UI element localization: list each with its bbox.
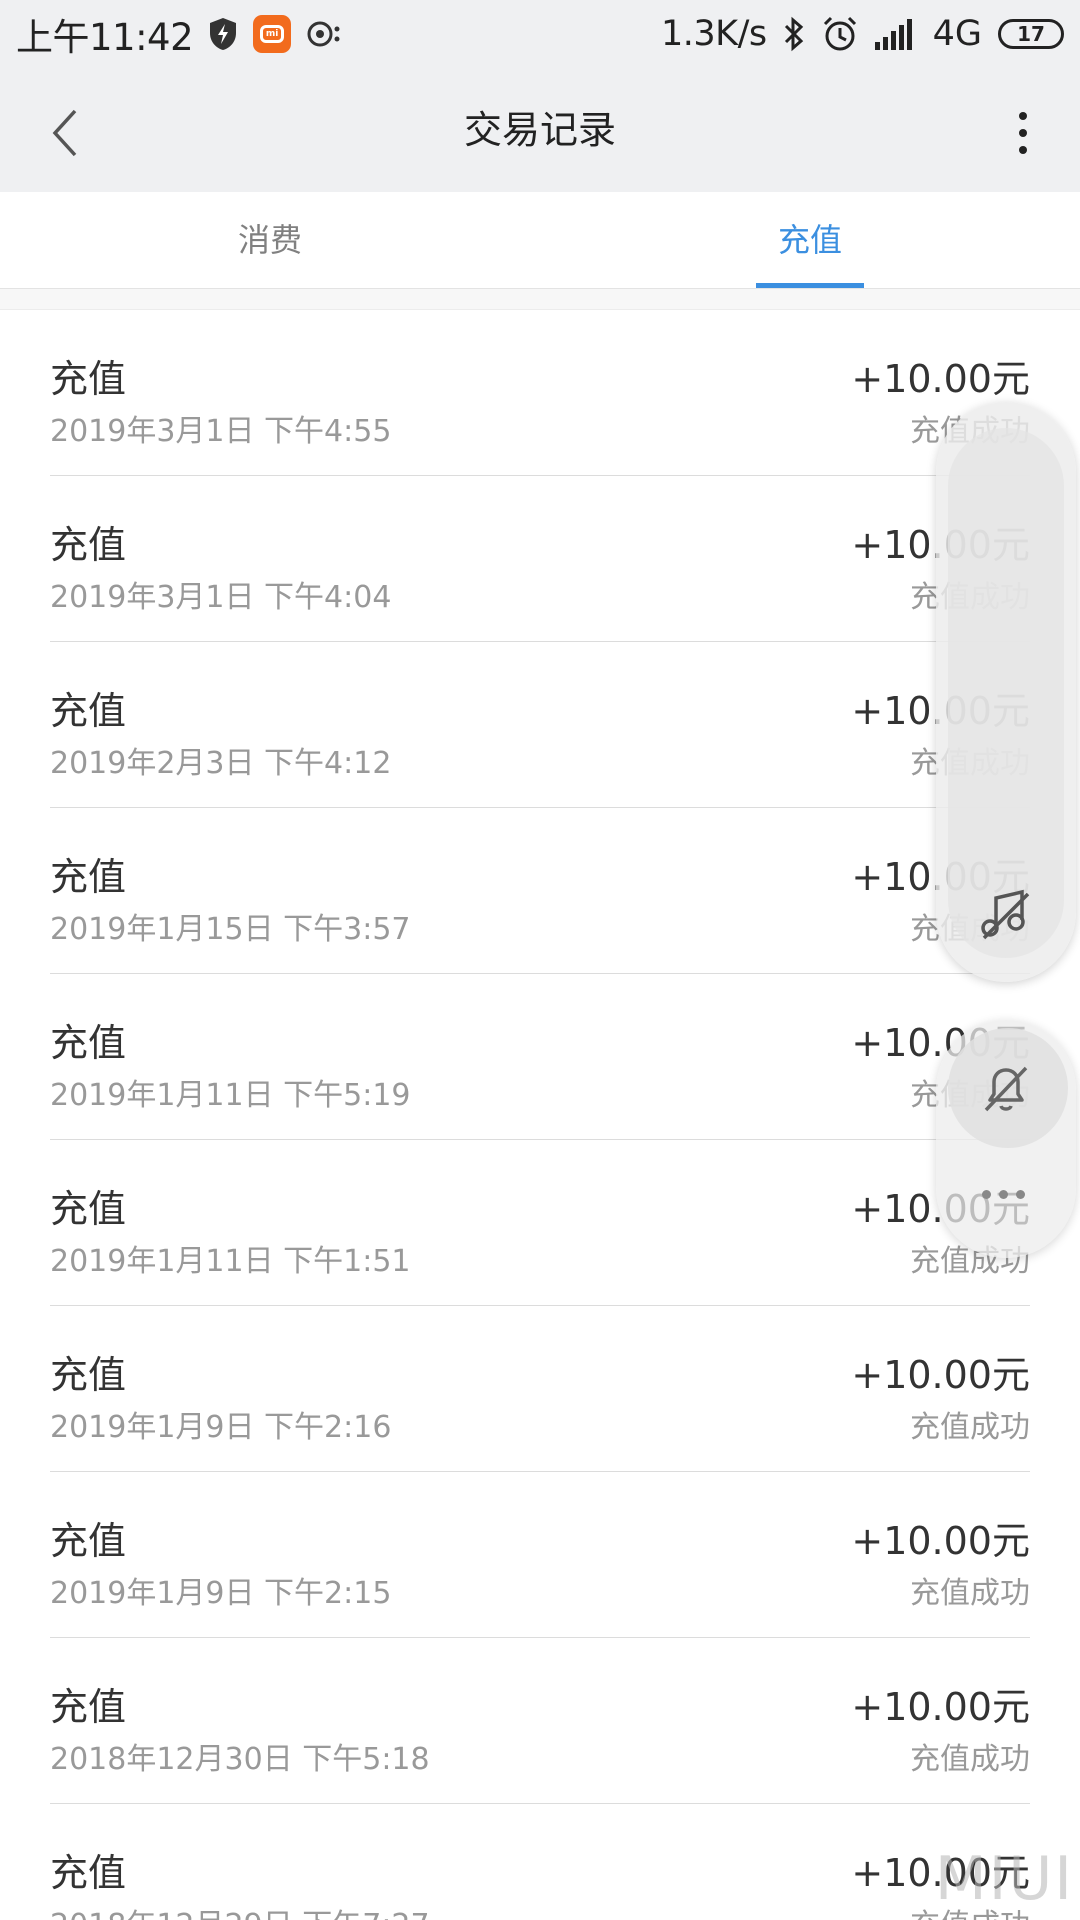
transaction-list: 充值 2019年3月1日 下午4:55 +10.00元 充值成功 充值 2019… — [0, 310, 1080, 1920]
transaction-date: 2019年1月15日 下午3:57 — [50, 912, 411, 947]
transaction-date: 2019年3月1日 下午4:04 — [50, 580, 392, 615]
more-vertical-icon-dot — [1019, 146, 1027, 154]
battery-icon: 17 — [998, 19, 1064, 49]
mi-app-icon: mi — [253, 15, 292, 53]
transaction-date: 2019年2月3日 下午4:12 — [50, 746, 392, 781]
floating-panel-slider-track[interactable] — [948, 428, 1064, 958]
status-bar-left: 上午11:42 mi — [16, 7, 341, 61]
screen: 上午11:42 mi 1.3K/s 4G 17 交易记录 消费 充值 充值 20… — [0, 0, 1080, 1920]
signal-strength-icon — [874, 19, 912, 50]
transaction-status: 充值成功 — [910, 1576, 1030, 1611]
transaction-date: 2019年1月9日 下午2:16 — [50, 1410, 392, 1445]
more-horizontal-icon-dot — [999, 1190, 1008, 1199]
transaction-row[interactable]: 充值 2019年2月3日 下午4:12 +10.00元 充值成功 — [50, 642, 1030, 808]
status-time: 上午11:42 — [16, 16, 194, 59]
security-shield-icon — [210, 18, 237, 50]
transaction-status: 充值成功 — [910, 1410, 1030, 1445]
transaction-date: 2019年3月1日 下午4:55 — [50, 414, 392, 449]
tab-recharge[interactable]: 充值 — [540, 192, 1080, 288]
transaction-title: 充值 — [50, 1685, 127, 1729]
more-vertical-icon-dot — [1019, 129, 1027, 137]
music-note-icon[interactable] — [976, 886, 1036, 946]
network-type: 4G — [932, 14, 982, 54]
bell-off-icon[interactable] — [976, 1058, 1036, 1118]
transaction-title: 充值 — [50, 1353, 127, 1397]
transaction-title: 充值 — [50, 1851, 127, 1895]
transaction-row[interactable]: 充值 2019年3月1日 下午4:55 +10.00元 充值成功 — [50, 310, 1030, 476]
more-options-button[interactable] — [998, 98, 1048, 168]
battery-level: 17 — [1017, 22, 1045, 46]
transaction-amount: +10.00元 — [851, 1685, 1030, 1729]
transaction-date: 2019年1月9日 下午2:15 — [50, 1576, 392, 1611]
transaction-title: 充值 — [50, 523, 127, 567]
media-notification-icon — [307, 21, 340, 47]
transaction-title: 充值 — [50, 1021, 127, 1065]
mi-app-icon-glyph: mi — [260, 25, 285, 43]
transaction-title: 充值 — [50, 357, 127, 401]
transaction-row[interactable]: 充值 2019年3月1日 下午4:04 +10.00元 充值成功 — [50, 476, 1030, 642]
transaction-date: 2018年12月30日 下午5:18 — [50, 1742, 430, 1777]
transaction-title: 充值 — [50, 855, 127, 899]
tab-divider — [0, 289, 1080, 310]
transaction-row[interactable]: 充值 2019年1月11日 下午1:51 +10.00元 充值成功 — [50, 1140, 1030, 1306]
status-bar: 上午11:42 mi 1.3K/s 4G 17 — [0, 0, 1080, 68]
transaction-date: 2019年1月11日 下午5:19 — [50, 1078, 411, 1113]
transaction-amount: +10.00元 — [851, 1519, 1030, 1563]
transaction-title: 充值 — [50, 689, 127, 733]
transaction-amount: +10.00元 — [851, 1353, 1030, 1397]
transaction-date: 2018年12月29日 下午7:27 — [50, 1900, 430, 1920]
transaction-status: 充值成功 — [910, 1742, 1030, 1777]
transaction-title: 充值 — [50, 1187, 127, 1231]
more-vertical-icon — [1019, 112, 1027, 120]
page-title: 交易记录 — [463, 108, 616, 152]
network-speed: 1.3K/s — [660, 14, 767, 54]
status-bar-right: 1.3K/s 4G 17 — [661, 14, 1064, 54]
tab-consumption[interactable]: 消费 — [0, 192, 540, 288]
transaction-title: 充值 — [50, 1519, 127, 1563]
tab-bar: 消费 充值 — [0, 192, 1080, 289]
miui-watermark: MIUI — [934, 1844, 1074, 1914]
alarm-clock-icon — [823, 16, 856, 51]
transaction-amount: +10.00元 — [851, 357, 1030, 401]
transaction-row[interactable]: 充值 2019年1月9日 下午2:16 +10.00元 充值成功 — [50, 1306, 1030, 1472]
transaction-row[interactable]: 充值 2019年1月11日 下午5:19 +10.00元 充值成功 — [50, 974, 1030, 1140]
transaction-row[interactable]: 充值 2019年1月15日 下午3:57 +10.00元 充值成功 — [50, 808, 1030, 974]
title-bar: 交易记录 — [0, 68, 1080, 192]
transaction-date: 2019年1月11日 下午1:51 — [50, 1244, 411, 1279]
bluetooth-icon — [784, 16, 803, 52]
transaction-row[interactable]: 充值 2018年12月29日 下午7:27 +10.00元 充值成功 — [50, 1804, 1030, 1920]
more-horizontal-icon-dot — [1016, 1190, 1025, 1199]
transaction-row[interactable]: 充值 2019年1月9日 下午2:15 +10.00元 充值成功 — [50, 1472, 1030, 1638]
more-horizontal-icon-dot — [982, 1190, 991, 1199]
more-horizontal-icon[interactable] — [982, 1190, 1025, 1199]
transaction-row[interactable]: 充值 2018年12月30日 下午5:18 +10.00元 充值成功 — [50, 1638, 1030, 1804]
